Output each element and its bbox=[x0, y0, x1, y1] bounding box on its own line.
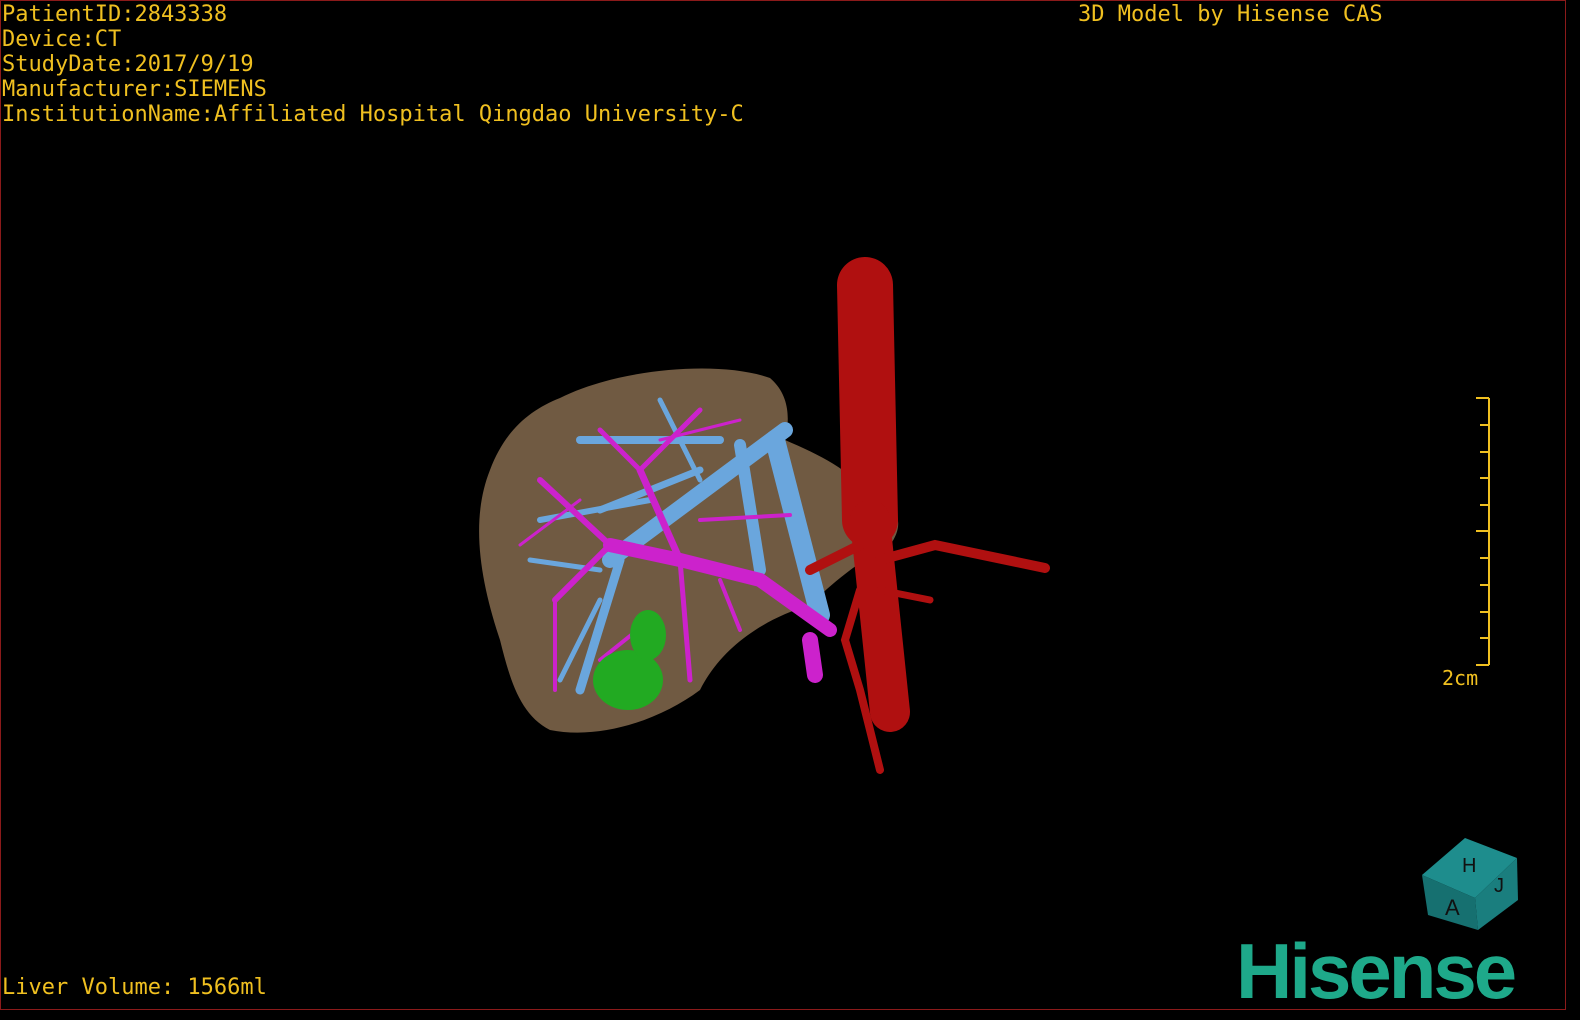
liver-volume-text: Liver Volume: 1566ml bbox=[2, 975, 267, 1000]
patient-id-text: PatientID:2843338 bbox=[2, 2, 228, 27]
institution-text: InstitutionName:Affiliated Hospital Qing… bbox=[2, 102, 744, 127]
manufacturer-text: Manufacturer:SIEMENS bbox=[2, 77, 267, 102]
cube-face-top-label: H bbox=[1462, 855, 1476, 877]
3d-model-viewport[interactable]: H A J bbox=[0, 0, 1580, 1020]
artery-model bbox=[805, 257, 1050, 774]
dicom-info-overlay: PatientID:2843338 Device:CT StudyDate:20… bbox=[2, 2, 744, 127]
model-credit-text: 3D Model by Hisense CAS bbox=[1078, 2, 1383, 27]
scale-bar-label: 2cm bbox=[1442, 666, 1479, 690]
hisense-logo: Hisense bbox=[1236, 927, 1517, 1015]
cube-face-side-label: J bbox=[1494, 875, 1504, 897]
device-text: Device:CT bbox=[2, 27, 122, 52]
scale-bar bbox=[1476, 397, 1490, 666]
cube-face-front-label: A bbox=[1445, 895, 1460, 920]
orientation-cube[interactable]: H A J bbox=[1422, 838, 1518, 930]
study-date-text: StudyDate:2017/9/19 bbox=[2, 52, 254, 77]
